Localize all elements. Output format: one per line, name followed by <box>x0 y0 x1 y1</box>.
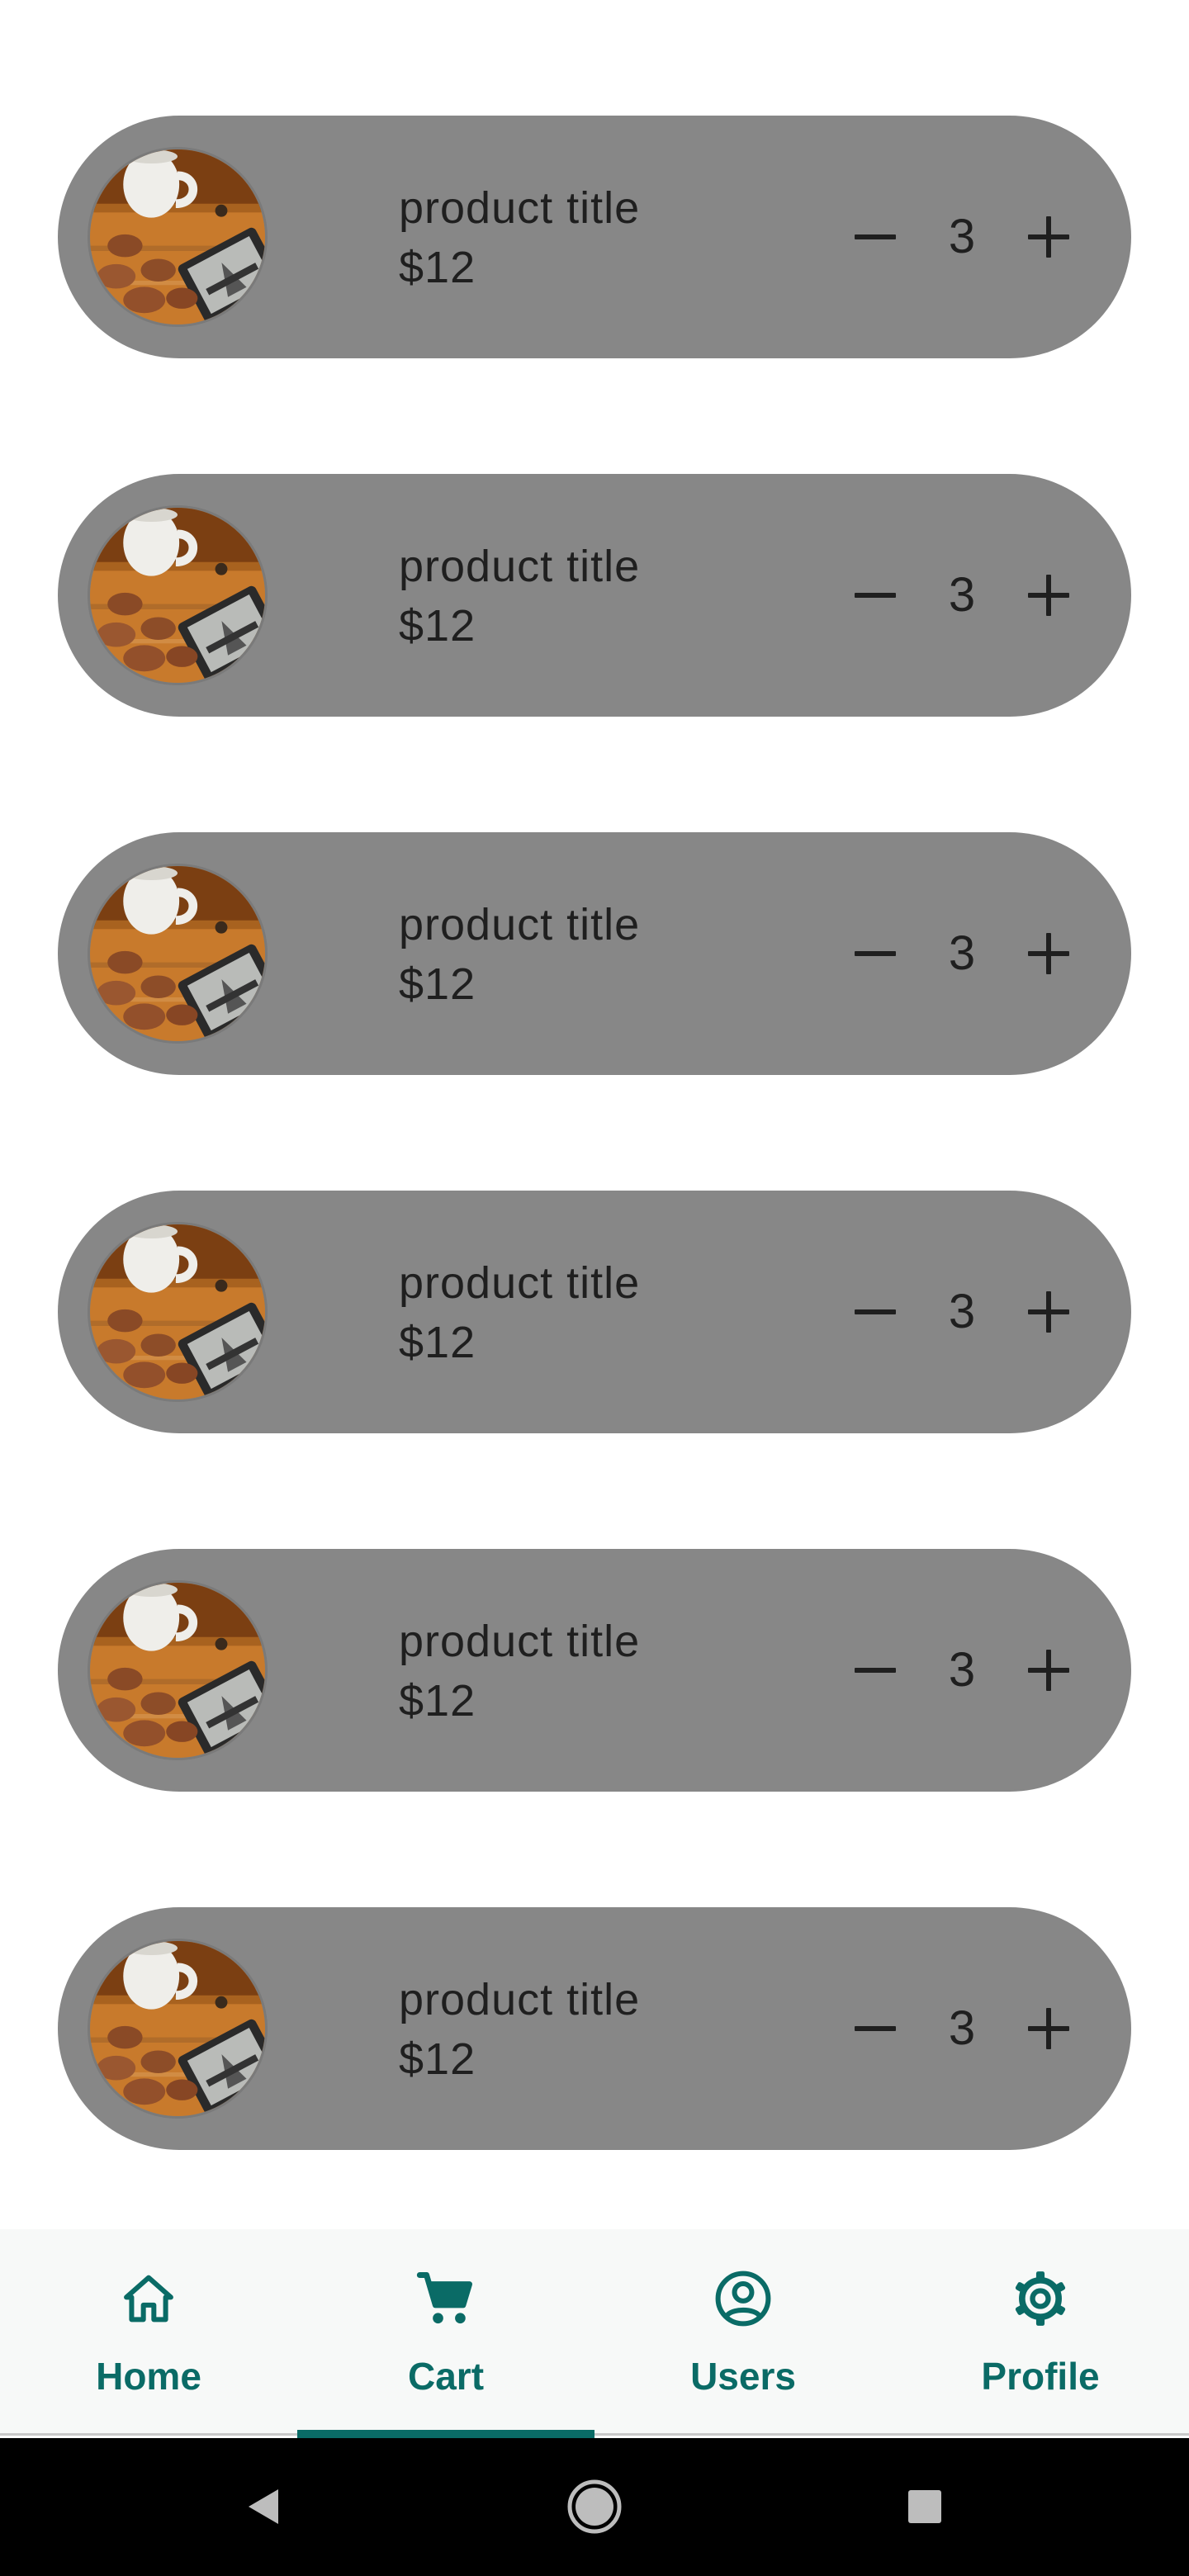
product-title: product title <box>399 183 641 233</box>
cart-item[interactable]: product title $12 3 <box>58 1907 1131 2150</box>
quantity-stepper: 3 <box>830 1267 1111 1357</box>
product-price: $12 <box>399 959 476 1009</box>
product-info: product title $12 <box>399 1612 640 1731</box>
minus-icon <box>855 593 896 598</box>
cart-item[interactable]: product title $12 3 <box>58 832 1131 1075</box>
product-price: $12 <box>399 2034 476 2084</box>
decrease-quantity-button[interactable] <box>830 1983 921 2074</box>
plus-icon <box>1028 933 1069 974</box>
plus-icon <box>1028 1291 1069 1333</box>
quantity-stepper: 3 <box>830 192 1111 282</box>
nav-item-profile[interactable]: Profile <box>892 2229 1189 2436</box>
product-info: product title $12 <box>399 1970 640 2089</box>
increase-quantity-button[interactable] <box>1003 550 1094 641</box>
product-image <box>88 505 268 685</box>
plus-icon <box>1028 1650 1069 1691</box>
product-image <box>88 1939 268 2119</box>
nav-label-profile: Profile <box>981 2355 1100 2398</box>
increase-quantity-button[interactable] <box>1003 1625 1094 1716</box>
cart-item[interactable]: product title $12 3 <box>58 116 1131 358</box>
recents-square-icon[interactable] <box>888 2469 962 2544</box>
decrease-quantity-button[interactable] <box>830 1267 921 1357</box>
quantity-value: 3 <box>948 568 976 622</box>
quantity-value: 3 <box>948 1643 976 1697</box>
product-image <box>88 147 268 327</box>
home-icon <box>117 2267 180 2330</box>
gear-icon <box>1009 2267 1072 2330</box>
plus-icon <box>1028 2008 1069 2049</box>
product-price: $12 <box>399 243 476 292</box>
plus-icon <box>1028 575 1069 616</box>
cart-icon <box>414 2267 477 2330</box>
minus-icon <box>855 234 896 239</box>
app-screen: product title $12 3 product title $12 3 <box>0 0 1189 2576</box>
cart-item[interactable]: product title $12 3 <box>58 1549 1131 1792</box>
product-price: $12 <box>399 1676 476 1726</box>
quantity-value: 3 <box>948 926 976 980</box>
quantity-value: 3 <box>948 2001 976 2055</box>
increase-quantity-button[interactable] <box>1003 1267 1094 1357</box>
decrease-quantity-button[interactable] <box>830 550 921 641</box>
bottom-navigation-bar: Home Cart Users Profile <box>0 2229 1189 2438</box>
product-info: product title $12 <box>399 895 640 1014</box>
nav-label-home: Home <box>96 2355 201 2398</box>
plus-icon <box>1028 216 1069 258</box>
system-navigation-bar <box>0 2438 1189 2576</box>
product-image <box>88 1222 268 1402</box>
minus-icon <box>855 951 896 956</box>
product-info: product title $12 <box>399 1253 640 1372</box>
nav-label-cart: Cart <box>407 2355 485 2398</box>
decrease-quantity-button[interactable] <box>830 192 921 282</box>
increase-quantity-button[interactable] <box>1003 192 1094 282</box>
nav-item-home[interactable]: Home <box>0 2229 297 2436</box>
product-image <box>88 864 268 1044</box>
increase-quantity-button[interactable] <box>1003 1983 1094 2074</box>
product-title: product title <box>399 1975 641 2024</box>
home-circle-icon[interactable] <box>557 2469 632 2544</box>
nav-item-users[interactable]: Users <box>594 2229 892 2436</box>
quantity-stepper: 3 <box>830 908 1111 999</box>
product-image <box>88 1580 268 1760</box>
product-price: $12 <box>399 1318 476 1367</box>
back-icon[interactable] <box>227 2469 301 2544</box>
nav-label-users: Users <box>690 2355 796 2398</box>
product-info: product title $12 <box>399 537 640 656</box>
nav-item-cart[interactable]: Cart <box>297 2229 594 2438</box>
cart-list: product title $12 3 product title $12 3 <box>0 0 1189 2229</box>
quantity-value: 3 <box>948 1285 976 1338</box>
minus-icon <box>855 1668 896 1673</box>
product-title: product title <box>399 900 641 949</box>
quantity-value: 3 <box>948 210 976 263</box>
account-circle-icon <box>712 2267 775 2330</box>
product-title: product title <box>399 1258 641 1308</box>
product-title: product title <box>399 1617 641 1666</box>
product-price: $12 <box>399 601 476 651</box>
cart-item[interactable]: product title $12 3 <box>58 1191 1131 1433</box>
active-tab-indicator <box>297 2430 594 2438</box>
decrease-quantity-button[interactable] <box>830 908 921 999</box>
quantity-stepper: 3 <box>830 550 1111 641</box>
decrease-quantity-button[interactable] <box>830 1625 921 1716</box>
increase-quantity-button[interactable] <box>1003 908 1094 999</box>
cart-item[interactable]: product title $12 3 <box>58 474 1131 717</box>
quantity-stepper: 3 <box>830 1625 1111 1716</box>
product-title: product title <box>399 542 641 591</box>
product-info: product title $12 <box>399 178 640 297</box>
minus-icon <box>855 2026 896 2031</box>
minus-icon <box>855 1309 896 1314</box>
quantity-stepper: 3 <box>830 1983 1111 2074</box>
